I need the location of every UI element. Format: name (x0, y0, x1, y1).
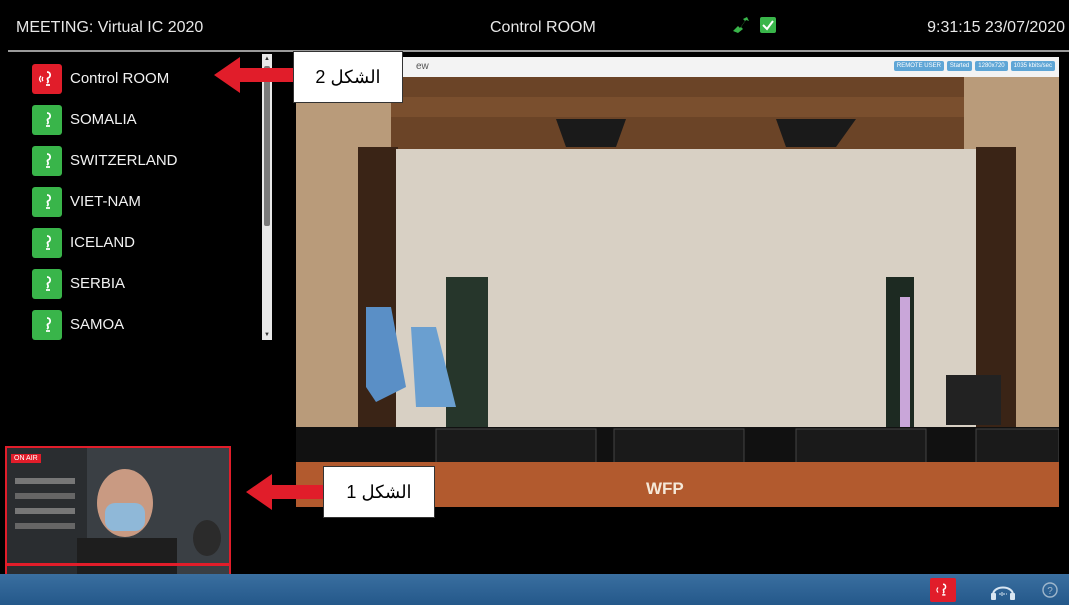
speaker-icon (32, 309, 62, 340)
room-label: Control ROOM (70, 70, 170, 87)
bottom-toolbar: ? (0, 574, 1069, 605)
speaker-icon (32, 145, 62, 176)
meeting-title: MEETING: Virtual IC 2020 (16, 19, 204, 36)
stream-badges: REMOTE USER Started 1280x720 1035 kbits/… (893, 61, 1055, 71)
speaker-icon[interactable] (930, 578, 956, 602)
stream-badge: REMOTE USER (893, 61, 944, 71)
room-item-iceland[interactable]: ICELAND (32, 222, 257, 263)
speaker-active-icon (32, 63, 62, 94)
main-video: ew REMOTE USER Started 1280x720 1035 kbi… (296, 57, 1059, 507)
top-bar: MEETING: Virtual IC 2020 Control ROOM 9:… (0, 0, 1069, 52)
on-air-badge: ON AIR (11, 454, 41, 463)
pip-status-line (7, 563, 229, 566)
stream-badge: Started (946, 61, 973, 71)
room-label: SWITZERLAND (70, 152, 178, 169)
room-label: ICELAND (70, 234, 136, 251)
headphones-icon[interactable] (988, 579, 1018, 601)
room-label: SAMOA (70, 316, 125, 333)
room-label: SERBIA (70, 275, 126, 292)
arrow-to-pip (246, 474, 326, 510)
video-header-bar: ew REMOTE USER Started 1280x720 1035 kbi… (296, 57, 1059, 77)
speaker-icon (32, 186, 62, 217)
plug-icon (733, 17, 749, 33)
speaker-icon (32, 227, 62, 258)
callout-figure-2: الشكل 2 (293, 51, 403, 103)
stream-badge: 1280x720 (975, 61, 1008, 71)
checkbox-icon (760, 17, 776, 33)
room-item-switzerland[interactable]: SWITZERLAND (32, 140, 257, 181)
room-label: SOMALIA (70, 111, 137, 128)
speaker-icon (32, 268, 62, 299)
callout-figure-1: الشكل 1 (323, 466, 435, 518)
current-room-title: Control ROOM (490, 19, 596, 36)
clock: 9:31:15 23/07/2020 (927, 19, 1065, 36)
desk-label: WFP (646, 479, 684, 498)
room-list: Control ROOM SOMALIA SWITZERLAND VIET-NA… (32, 58, 257, 345)
arrow-to-control-room (214, 57, 294, 93)
room-list-scrollbar[interactable]: ▲ ▼ (262, 54, 272, 340)
room-item-somalia[interactable]: SOMALIA (32, 99, 257, 140)
room-item-samoa[interactable]: SAMOA (32, 304, 257, 345)
room-item-serbia[interactable]: SERBIA (32, 263, 257, 304)
help-icon[interactable]: ? (1040, 580, 1060, 600)
video-title: ew (416, 61, 429, 72)
room-item-viet-nam[interactable]: VIET-NAM (32, 181, 257, 222)
self-view-video (7, 448, 229, 574)
svg-text:?: ? (1047, 586, 1053, 597)
stream-badge: 1035 kbits/sec (1010, 61, 1055, 71)
connection-status (730, 16, 776, 34)
self-view-pip[interactable]: ON AIR (5, 446, 231, 576)
speaker-icon (32, 104, 62, 135)
room-label: VIET-NAM (70, 193, 141, 210)
scroll-down-icon[interactable]: ▼ (264, 332, 270, 338)
stage-scene (296, 77, 1059, 507)
header-divider (8, 50, 1069, 52)
